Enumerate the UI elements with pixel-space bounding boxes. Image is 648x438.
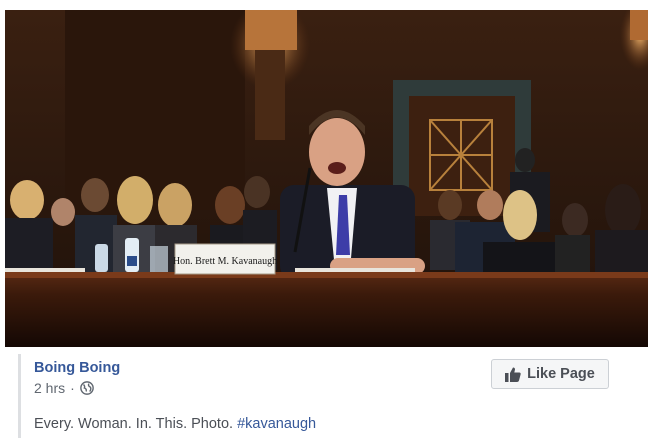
thumbs-up-icon [505,367,521,382]
attribution-divider [18,354,21,438]
like-page-label: Like Page [527,366,595,382]
globe-icon[interactable] [79,381,94,395]
post-time[interactable]: 2 hrs [34,380,65,396]
nameplate-text: Hon. Brett M. Kavanaugh [173,256,277,267]
meta-separator: · [70,380,75,396]
post-meta: 2 hrs · [34,380,94,396]
caption-text: Every. Woman. In. This. Photo. [34,416,238,432]
hearing-photo: Hon. Brett M. Kavanaugh [5,10,648,347]
page-name-link[interactable]: Boing Boing [34,360,120,376]
shared-post: Hon. Brett M. Kavanaugh Boing Boing 2 hr… [0,0,648,438]
post-caption: Every. Woman. In. This. Photo. #kavanaug… [34,416,316,432]
post-photo[interactable]: Hon. Brett M. Kavanaugh [5,10,648,347]
hashtag-link[interactable]: #kavanaugh [237,416,316,432]
like-page-button[interactable]: Like Page [491,359,609,389]
